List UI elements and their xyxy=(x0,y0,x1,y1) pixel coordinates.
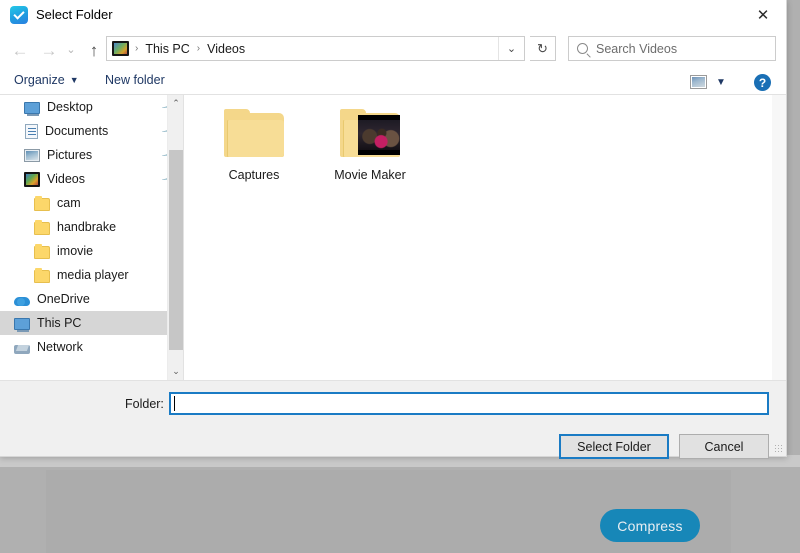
compress-button[interactable]: Compress xyxy=(600,509,700,542)
sidebar-item-network[interactable]: Network xyxy=(0,335,183,359)
sidebar-item-imovie[interactable]: imovie xyxy=(0,239,183,263)
dialog-body: Desktop📌Documents📌Pictures📌Videos📌 cam han… xyxy=(0,95,786,380)
folder-field-label: Folder: xyxy=(125,397,164,411)
resize-grip[interactable] xyxy=(774,444,783,453)
monitor-icon xyxy=(24,102,40,114)
sidebar-item-pictures[interactable]: Pictures📌 xyxy=(0,143,183,167)
breadcrumb-this-pc[interactable]: This PC xyxy=(144,42,190,56)
chevron-down-icon: ▼ xyxy=(70,75,79,85)
sidebar-scrollbar[interactable]: ⌃ ⌄ xyxy=(167,95,183,380)
command-bar: Organize ▼ New folder ▼ ? xyxy=(0,68,786,95)
sidebar-item-handbrake[interactable]: handbrake xyxy=(0,215,183,239)
sidebar-item-this-pc[interactable]: This PC xyxy=(0,311,183,335)
app-checkmark-icon xyxy=(10,6,28,24)
search-placeholder: Search Videos xyxy=(596,42,677,56)
content-scrollbar[interactable] xyxy=(772,95,786,380)
dialog-titlebar: Select Folder ✕ xyxy=(0,0,786,31)
file-item[interactable]: Movie Maker xyxy=(318,109,422,182)
forward-arrow-icon[interactable]: → xyxy=(37,38,61,62)
scroll-up-icon[interactable]: ⌃ xyxy=(168,95,183,112)
file-item-label: Movie Maker xyxy=(334,168,406,182)
sidebar-item-label: cam xyxy=(57,196,81,210)
folder-icon xyxy=(224,109,284,159)
select-folder-button[interactable]: Select Folder xyxy=(559,434,669,459)
sidebar-item-label: Pictures xyxy=(47,148,92,162)
folder-with-video-icon xyxy=(340,109,400,159)
sidebar-item-label: Desktop xyxy=(47,100,93,114)
folder-icon xyxy=(34,270,50,283)
sidebar-item-onedrive[interactable]: OneDrive xyxy=(0,287,183,311)
back-arrow-icon[interactable]: ← xyxy=(8,38,32,62)
breadcrumb-videos[interactable]: Videos xyxy=(206,42,246,56)
navigation-tree-pane: Desktop📌Documents📌Pictures📌Videos📌 cam han… xyxy=(0,95,183,380)
sidebar-item-label: OneDrive xyxy=(37,292,90,306)
breadcrumb-separator: › xyxy=(191,44,206,54)
navigation-bar: ← → ⌄ ↑ › This PC › Videos ⌄ ↻ Search Vi… xyxy=(0,31,786,68)
cloud-icon xyxy=(14,297,30,306)
recent-locations-chevron-down-icon[interactable]: ⌄ xyxy=(63,38,79,62)
sidebar-item-label: Documents xyxy=(45,124,108,138)
view-options-chevron-down-icon[interactable]: ▼ xyxy=(716,77,726,88)
network-icon xyxy=(14,345,30,354)
new-folder-button[interactable]: New folder xyxy=(105,73,165,87)
file-list-pane[interactable]: Captures Movie Maker xyxy=(183,95,786,380)
folder-icon xyxy=(34,198,50,211)
refresh-icon[interactable]: ↻ xyxy=(530,36,556,61)
select-folder-dialog: Select Folder ✕ ← → ⌄ ↑ › This PC › Vide… xyxy=(0,0,787,457)
dialog-footer: Folder: Select Folder Cancel xyxy=(0,380,786,456)
address-bar[interactable]: › This PC › Videos xyxy=(106,36,525,61)
search-input[interactable]: Search Videos xyxy=(568,36,776,61)
pictures-icon xyxy=(24,149,40,162)
sidebar-scrollbar-thumb[interactable] xyxy=(169,150,183,350)
sidebar-item-label: media player xyxy=(57,268,129,282)
folder-icon xyxy=(34,222,50,235)
document-icon xyxy=(25,124,38,139)
breadcrumb-separator: › xyxy=(129,44,144,54)
cancel-button[interactable]: Cancel xyxy=(679,434,769,459)
sidebar-item-videos[interactable]: Videos📌 xyxy=(0,167,183,191)
monitor-icon xyxy=(14,318,30,330)
organize-label: Organize xyxy=(14,73,65,87)
sidebar-item-cam[interactable]: cam xyxy=(0,191,183,215)
sidebar-item-label: Videos xyxy=(47,172,85,186)
address-dropdown-chevron-down-icon[interactable]: ⌄ xyxy=(498,37,524,60)
sidebar-item-desktop[interactable]: Desktop📌 xyxy=(0,95,183,119)
scroll-down-icon[interactable]: ⌄ xyxy=(168,363,183,380)
sidebar-item-documents[interactable]: Documents📌 xyxy=(0,119,183,143)
dialog-title: Select Folder xyxy=(36,7,113,22)
sidebar-item-label: This PC xyxy=(37,316,81,330)
up-arrow-icon[interactable]: ↑ xyxy=(82,38,106,62)
videos-film-icon xyxy=(24,172,40,187)
file-item[interactable]: Captures xyxy=(202,109,306,182)
sidebar-item-label: Network xyxy=(37,340,83,354)
navigation-tree-list: Desktop📌Documents📌Pictures📌Videos📌 cam han… xyxy=(0,95,183,359)
view-options-icon[interactable] xyxy=(690,75,707,89)
organize-menu-button[interactable]: Organize ▼ xyxy=(14,73,79,87)
close-icon[interactable]: ✕ xyxy=(740,0,786,31)
folder-name-input[interactable] xyxy=(169,392,769,415)
sidebar-item-label: imovie xyxy=(57,244,93,258)
new-folder-label: New folder xyxy=(105,73,165,87)
videos-film-icon xyxy=(112,41,129,56)
folder-icon xyxy=(34,246,50,259)
help-icon[interactable]: ? xyxy=(754,74,771,91)
file-item-label: Captures xyxy=(229,168,280,182)
text-cursor xyxy=(174,396,175,411)
file-items-container: Captures Movie Maker xyxy=(202,109,422,182)
sidebar-item-label: handbrake xyxy=(57,220,116,234)
sidebar-item-media-player[interactable]: media player xyxy=(0,263,183,287)
search-icon xyxy=(577,43,588,54)
